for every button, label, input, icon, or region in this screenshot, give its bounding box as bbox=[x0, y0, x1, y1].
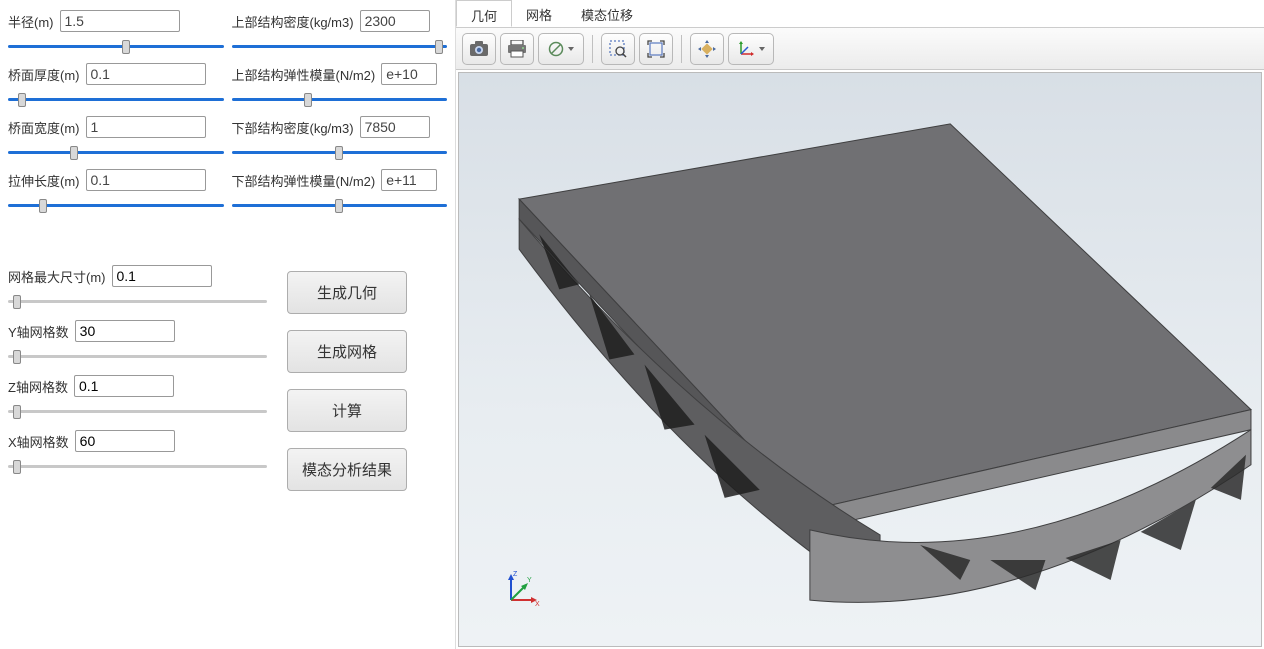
slider-y-mesh[interactable] bbox=[8, 355, 267, 358]
slider-extrude-length[interactable] bbox=[8, 204, 224, 207]
generate-mesh-button[interactable]: 生成网格 bbox=[287, 330, 407, 373]
svg-text:X: X bbox=[535, 601, 540, 608]
input-deck-width[interactable] bbox=[86, 116, 206, 138]
label-upper-modulus: 上部结构弹性模量(N/m2) bbox=[232, 65, 376, 84]
tab-mesh[interactable]: 网格 bbox=[512, 0, 567, 27]
calculate-button[interactable]: 计算 bbox=[287, 389, 407, 432]
input-extrude-length[interactable] bbox=[86, 169, 206, 191]
view-toolbar bbox=[456, 28, 1264, 70]
svg-text:Z: Z bbox=[513, 571, 518, 578]
input-z-mesh[interactable] bbox=[74, 375, 174, 397]
modal-result-button[interactable]: 模态分析结果 bbox=[287, 448, 407, 491]
slider-upper-density[interactable] bbox=[232, 45, 448, 48]
label-max-mesh-size: 网格最大尺寸(m) bbox=[8, 267, 106, 286]
input-upper-density[interactable] bbox=[360, 10, 430, 32]
camera-icon[interactable] bbox=[462, 33, 496, 65]
tab-modal-disp[interactable]: 模态位移 bbox=[567, 0, 648, 27]
input-lower-modulus[interactable] bbox=[381, 169, 437, 191]
slider-deck-width[interactable] bbox=[8, 151, 224, 154]
mesh-params: 网格最大尺寸(m) Y轴网格数 Z轴网格数 bbox=[8, 265, 267, 491]
slider-z-mesh[interactable] bbox=[8, 410, 267, 413]
label-radius: 半径(m) bbox=[8, 12, 54, 31]
label-deck-width: 桥面宽度(m) bbox=[8, 118, 80, 137]
label-deck-thickness: 桥面厚度(m) bbox=[8, 65, 80, 84]
zoom-box-icon[interactable] bbox=[601, 33, 635, 65]
generate-geometry-button[interactable]: 生成几何 bbox=[287, 271, 407, 314]
slider-x-mesh[interactable] bbox=[8, 465, 267, 468]
svg-text:Y: Y bbox=[527, 577, 532, 584]
action-buttons: 生成几何 生成网格 计算 模态分析结果 bbox=[287, 265, 447, 491]
viewer-panel: 几何 网格 模态位移 bbox=[455, 0, 1264, 649]
label-upper-density: 上部结构密度(kg/m3) bbox=[232, 12, 354, 31]
label-y-mesh: Y轴网格数 bbox=[8, 322, 69, 341]
label-lower-density: 下部结构密度(kg/m3) bbox=[232, 118, 354, 137]
settings-dropdown-icon[interactable] bbox=[538, 33, 584, 65]
toolbar-separator bbox=[681, 35, 682, 63]
chevron-down-icon bbox=[568, 47, 574, 51]
label-lower-modulus: 下部结构弹性模量(N/m2) bbox=[232, 171, 376, 190]
fit-icon[interactable] bbox=[639, 33, 673, 65]
input-lower-density[interactable] bbox=[360, 116, 430, 138]
input-x-mesh[interactable] bbox=[75, 430, 175, 452]
param-column-right: 上部结构密度(kg/m3) 上部结构弹性模量(N/m2) 下部结构密度(kg/m… bbox=[232, 10, 448, 210]
bridge-model bbox=[459, 73, 1261, 646]
input-max-mesh-size[interactable] bbox=[112, 265, 212, 287]
label-z-mesh: Z轴网格数 bbox=[8, 377, 68, 396]
param-column-left: 半径(m) 桥面厚度(m) 桥面宽度(m) bbox=[8, 10, 224, 210]
slider-lower-modulus[interactable] bbox=[232, 204, 448, 207]
input-deck-thickness[interactable] bbox=[86, 63, 206, 85]
input-upper-modulus[interactable] bbox=[381, 63, 437, 85]
view-tabs: 几何 网格 模态位移 bbox=[456, 0, 1264, 28]
input-radius[interactable] bbox=[60, 10, 180, 32]
label-extrude-length: 拉伸长度(m) bbox=[8, 171, 80, 190]
label-x-mesh: X轴网格数 bbox=[8, 432, 69, 451]
tab-geometry[interactable]: 几何 bbox=[456, 0, 512, 27]
input-y-mesh[interactable] bbox=[75, 320, 175, 342]
axis-dropdown-icon[interactable] bbox=[728, 33, 774, 65]
3d-viewport[interactable]: Z X Y bbox=[458, 72, 1262, 647]
slider-max-mesh-size[interactable] bbox=[8, 300, 267, 303]
slider-radius[interactable] bbox=[8, 45, 224, 48]
parameter-panel: 半径(m) 桥面厚度(m) 桥面宽度(m) bbox=[0, 0, 455, 649]
axis-gizmo-icon: Z X Y bbox=[501, 570, 541, 610]
slider-lower-density[interactable] bbox=[232, 151, 448, 154]
slider-deck-thickness[interactable] bbox=[8, 98, 224, 101]
pan-icon[interactable] bbox=[690, 33, 724, 65]
toolbar-separator bbox=[592, 35, 593, 63]
chevron-down-icon bbox=[759, 47, 765, 51]
printer-icon[interactable] bbox=[500, 33, 534, 65]
slider-upper-modulus[interactable] bbox=[232, 98, 448, 101]
